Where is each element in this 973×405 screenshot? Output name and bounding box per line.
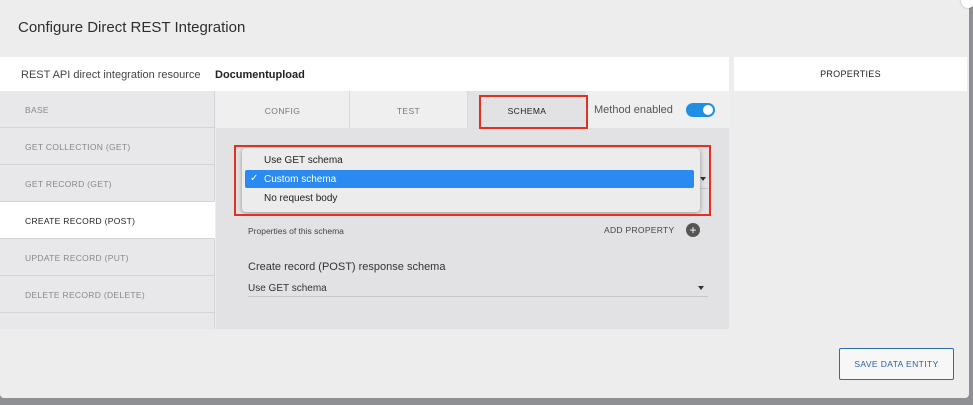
dialog-title: Configure Direct REST Integration [18, 19, 246, 36]
save-data-entity-button[interactable]: SAVE DATA ENTITY [839, 348, 954, 380]
method-enabled-label: Method enabled [594, 104, 673, 116]
properties-title: PROPERTIES [820, 69, 881, 79]
tab-test[interactable]: TEST [350, 91, 468, 128]
sidebar-item-base[interactable]: BASE [0, 91, 215, 128]
sidebar-item-update-record[interactable]: UPDATE RECORD (PUT) [0, 239, 215, 276]
properties-of-schema-label: Properties of this schema [248, 226, 344, 236]
chevron-down-icon [698, 286, 704, 290]
sidebar-item-delete-record[interactable]: DELETE RECORD (DELETE) [0, 276, 215, 313]
sidebar-item-get-record[interactable]: GET RECORD (GET) [0, 165, 215, 202]
configure-dialog: Configure Direct REST Integration REST A… [0, 0, 973, 398]
sidebar-item-get-collection[interactable]: GET COLLECTION (GET) [0, 128, 215, 165]
response-schema-underline [248, 296, 708, 297]
tab-bar: CONFIG TEST SCHEMA Method enabled [216, 91, 729, 128]
resource-value: Documentupload [215, 69, 305, 81]
method-enabled-toggle[interactable] [686, 103, 715, 117]
resource-bar: REST API direct integration resource Doc… [0, 57, 729, 91]
highlight-dropdown [234, 145, 711, 216]
close-icon[interactable] [961, 0, 973, 8]
plus-icon[interactable]: + [686, 223, 700, 237]
tab-config[interactable]: CONFIG [216, 91, 350, 128]
highlight-schema-tab [479, 95, 588, 129]
add-property-button[interactable]: ADD PROPERTY [604, 225, 675, 235]
resource-label: REST API direct integration resource [21, 69, 201, 81]
response-schema-title: Create record (POST) response schema [248, 261, 446, 273]
properties-panel: PROPERTIES [734, 57, 967, 91]
response-schema-select[interactable]: Use GET schema [248, 283, 327, 294]
sidebar-item-create-record[interactable]: CREATE RECORD (POST) [0, 202, 215, 239]
method-sidebar: BASE GET COLLECTION (GET) GET RECORD (GE… [0, 91, 215, 329]
